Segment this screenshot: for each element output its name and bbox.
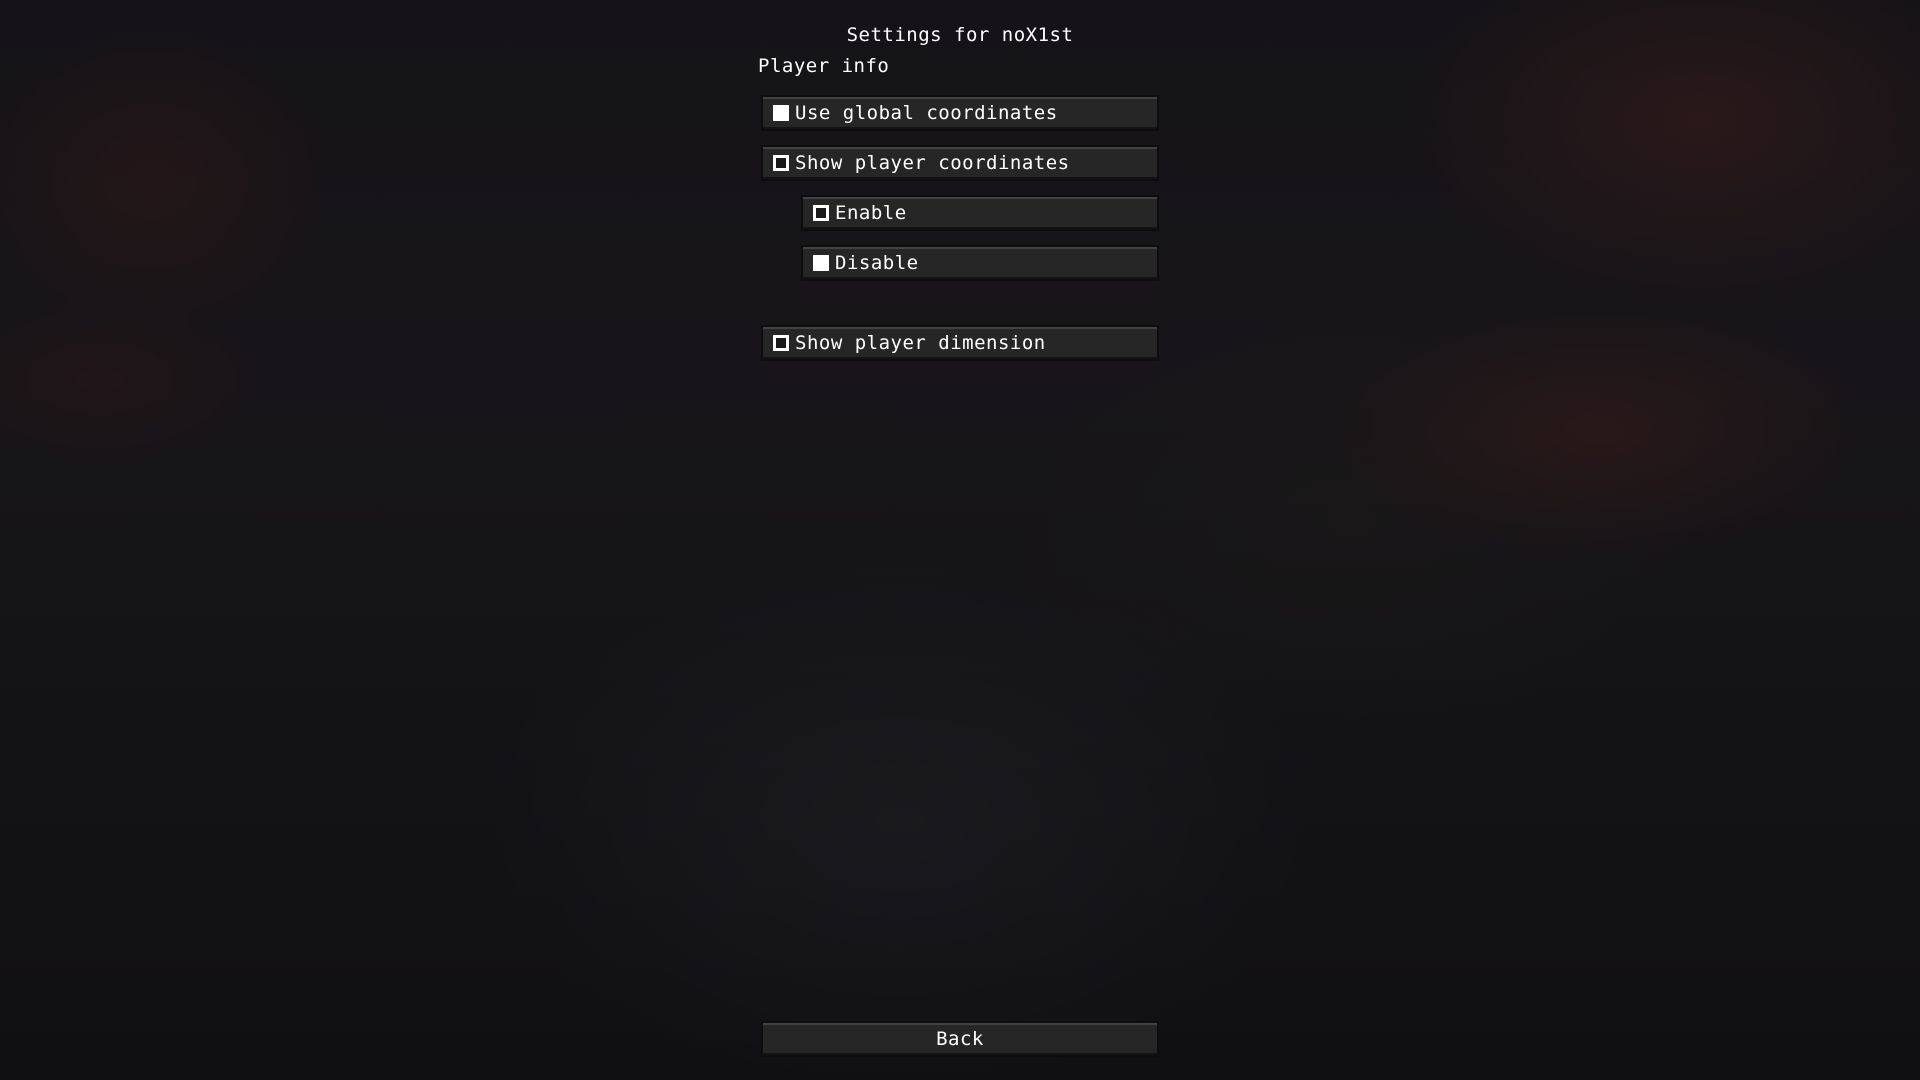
checkbox-checked-icon [773, 335, 789, 351]
toggle-show-player-coordinates[interactable]: Show player coordinates [761, 145, 1159, 181]
checkbox-unchecked-icon [773, 105, 789, 121]
toggle-use-global-coordinates[interactable]: Use global coordinates [761, 95, 1159, 131]
back-button[interactable]: Back [761, 1021, 1159, 1057]
back-button-label: Back [936, 1028, 984, 1050]
option-label: Show player dimension [795, 332, 1046, 354]
toggle-enable[interactable]: Enable [801, 195, 1159, 231]
option-label: Enable [835, 202, 907, 224]
toggle-disable[interactable]: Disable [801, 245, 1159, 281]
checkbox-checked-icon [813, 205, 829, 221]
page-title: Settings for noX1st [846, 24, 1074, 46]
checkbox-checked-icon [773, 155, 789, 171]
checkbox-unchecked-icon [813, 255, 829, 271]
option-label: Show player coordinates [795, 152, 1070, 174]
toggle-show-player-dimension[interactable]: Show player dimension [761, 325, 1159, 361]
option-label: Use global coordinates [795, 102, 1058, 124]
option-label: Disable [835, 252, 919, 274]
section-heading-player-info: Player info [758, 55, 890, 77]
